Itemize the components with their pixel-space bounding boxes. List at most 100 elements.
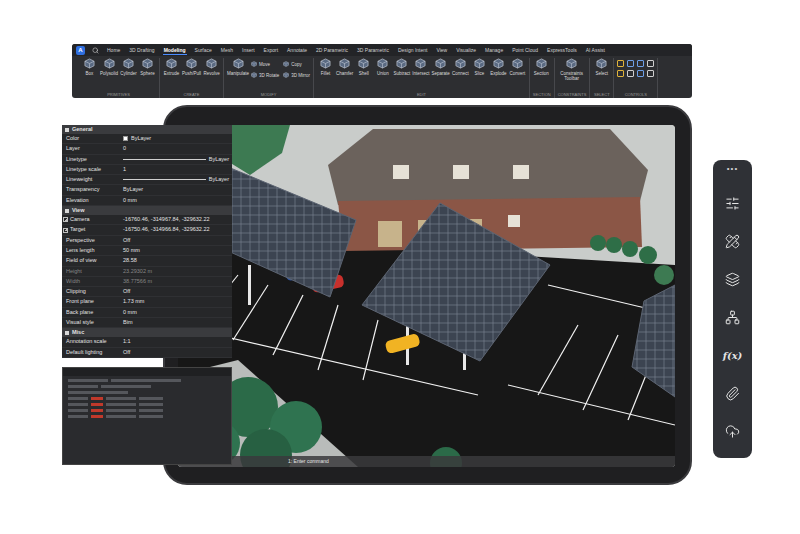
tool-button[interactable]: Slice <box>471 58 488 76</box>
menu-button[interactable]: ••• <box>727 164 738 174</box>
property-value[interactable]: Off <box>120 348 232 357</box>
ribbon-tab[interactable]: Insert <box>241 46 256 55</box>
ribbon-tab[interactable]: ExpressTools <box>546 46 578 55</box>
tool-button[interactable]: Section <box>533 58 550 76</box>
tool-button[interactable]: Polysolid <box>100 58 118 76</box>
property-value[interactable]: -16760.46, -314967.84, -329632.22 <box>120 215 232 224</box>
tool-button[interactable]: Convert <box>509 58 526 76</box>
tool-button[interactable]: Push/Pull <box>182 58 201 76</box>
tool-button[interactable]: Intersect <box>412 58 429 76</box>
side-button[interactable] <box>722 270 744 288</box>
tool-button[interactable]: Select <box>593 58 610 76</box>
ribbon-tab[interactable]: View <box>435 46 448 55</box>
ribbon-tab[interactable]: AI Assist <box>585 46 606 55</box>
property-row[interactable]: Camera-16760.46, -314967.84, -329632.22 <box>62 215 232 225</box>
control-icon[interactable] <box>637 60 644 67</box>
property-value[interactable]: -16750.46, -314966.84, -329632.22 <box>120 225 232 234</box>
property-row[interactable]: PerspectiveOff <box>62 236 232 246</box>
ribbon-tab[interactable]: Point Cloud <box>511 46 539 55</box>
tool-button[interactable]: Fillet <box>317 58 334 76</box>
tool-button[interactable]: Constraints Toolbar <box>558 58 586 81</box>
tool-button[interactable]: Chamfer <box>336 58 353 76</box>
property-value[interactable]: 0 mm <box>120 196 232 205</box>
tool-button[interactable]: Cylinder <box>120 58 137 76</box>
control-icon[interactable] <box>627 60 634 67</box>
dialog-row[interactable] <box>63 403 231 406</box>
property-row[interactable]: Elevation0 mm <box>62 196 232 206</box>
control-icon[interactable] <box>647 70 654 77</box>
formula-button[interactable]: f(x) <box>722 346 744 364</box>
property-row[interactable]: ClippingOff <box>62 287 232 297</box>
property-row[interactable]: Default lightingOff <box>62 348 232 358</box>
property-row[interactable]: Width38.77566 m <box>62 277 232 287</box>
search-icon[interactable] <box>92 47 99 54</box>
dialog-row[interactable] <box>63 391 231 394</box>
side-button[interactable] <box>722 308 744 326</box>
property-value[interactable]: 28.58 <box>120 256 232 265</box>
property-row[interactable]: Field of view28.58 <box>62 256 232 266</box>
property-row[interactable]: Back plane0 mm <box>62 308 232 318</box>
collapse-icon[interactable] <box>65 209 69 213</box>
tool-button[interactable]: Explode <box>490 58 507 76</box>
tool-button[interactable]: Union <box>374 58 391 76</box>
ribbon-tab[interactable]: Export <box>263 46 279 55</box>
ribbon-tab[interactable]: 2D Parametric <box>315 46 349 55</box>
side-button[interactable] <box>722 194 744 212</box>
collapse-icon[interactable] <box>65 128 69 132</box>
control-icon[interactable] <box>647 60 654 67</box>
ribbon-tab[interactable]: Modeling <box>163 46 187 55</box>
control-icon[interactable] <box>617 60 624 67</box>
property-value[interactable]: ByLayer <box>120 185 232 194</box>
ribbon-tab[interactable]: Visualize <box>455 46 477 55</box>
dialog-titlebar[interactable] <box>63 368 231 376</box>
side-button[interactable] <box>722 232 744 250</box>
section-header[interactable]: Misc <box>62 328 232 337</box>
expand-icon[interactable] <box>63 217 68 222</box>
tool-button[interactable]: Separate <box>432 58 450 76</box>
ribbon-tab[interactable]: Home <box>106 46 121 55</box>
property-value[interactable]: Bim <box>120 318 232 327</box>
property-row[interactable]: Front plane1.73 mm <box>62 297 232 307</box>
property-row[interactable]: ColorByLayer <box>62 134 232 144</box>
property-value[interactable]: 1.73 mm <box>120 297 232 306</box>
tool-button[interactable]: Revolve <box>203 58 220 76</box>
property-row[interactable]: Linetype scale1 <box>62 165 232 175</box>
property-row[interactable]: LineweightByLayer <box>62 175 232 185</box>
ribbon-tab[interactable]: 3D Parametric <box>356 46 390 55</box>
ribbon-tab[interactable]: Design Intent <box>397 46 428 55</box>
dialog-row[interactable] <box>63 415 231 418</box>
ribbon-tab[interactable]: Manage <box>484 46 504 55</box>
property-value[interactable]: ByLayer <box>120 155 232 164</box>
property-value[interactable]: Off <box>120 287 232 296</box>
property-value[interactable]: ByLayer <box>120 175 232 184</box>
tool-button[interactable]: Shell <box>355 58 372 76</box>
property-value[interactable]: 50 mm <box>120 246 232 255</box>
side-button[interactable] <box>722 422 744 440</box>
property-value[interactable]: ByLayer <box>120 134 232 143</box>
property-row[interactable]: Lens length50 mm <box>62 246 232 256</box>
property-row[interactable]: Layer0 <box>62 144 232 154</box>
property-value[interactable]: 1 <box>120 165 232 174</box>
small-tool-button[interactable]: 3D Mirror <box>283 70 310 80</box>
small-tool-button[interactable]: Move <box>251 59 279 69</box>
ribbon-tab[interactable]: Surface <box>194 46 213 55</box>
section-header[interactable]: View <box>62 206 232 215</box>
property-value[interactable]: Off <box>120 236 232 245</box>
ribbon-tab[interactable]: 3D Drafting <box>128 46 155 55</box>
control-icon[interactable] <box>637 70 644 77</box>
section-header[interactable]: General <box>62 125 232 134</box>
property-row[interactable]: LinetypeByLayer <box>62 155 232 165</box>
property-row[interactable]: Target-16750.46, -314966.84, -329632.22 <box>62 225 232 235</box>
property-value[interactable]: 0 <box>120 144 232 153</box>
tool-button[interactable]: Sphere <box>139 58 156 76</box>
command-line[interactable]: 1: Enter command <box>178 456 675 467</box>
viewport[interactable]: 1: Enter command <box>178 125 675 467</box>
small-tool-button[interactable]: Copy <box>283 59 310 69</box>
app-logo[interactable]: A <box>76 46 85 55</box>
property-row[interactable]: Height23.29302 m <box>62 267 232 277</box>
ribbon-tab[interactable]: Mesh <box>220 46 234 55</box>
property-value[interactable]: 1:1 <box>120 337 232 346</box>
property-row[interactable]: Annotation scale1:1 <box>62 337 232 347</box>
expand-icon[interactable] <box>63 228 68 233</box>
small-tool-button[interactable]: 3D Rotate <box>251 70 279 80</box>
